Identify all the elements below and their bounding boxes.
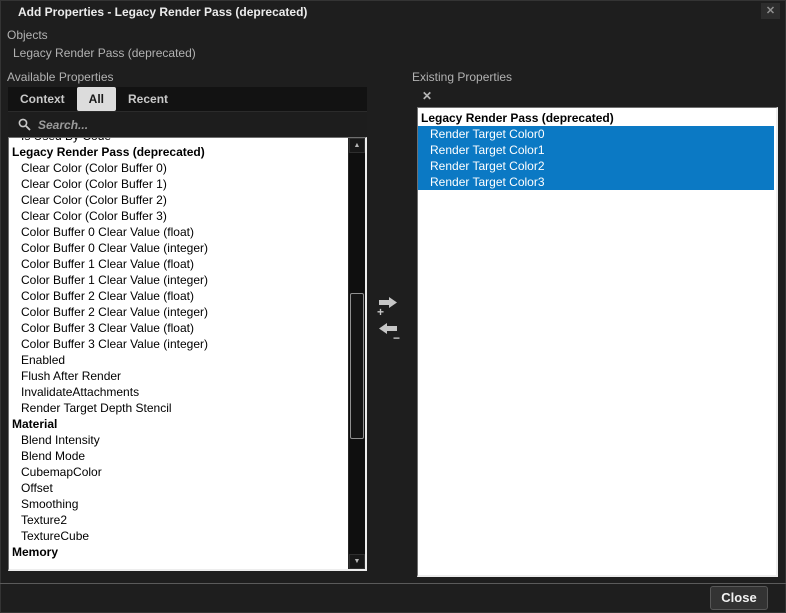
dialog-close-icon[interactable]: ✕ <box>761 3 780 19</box>
scrollbar-thumb[interactable] <box>350 293 364 439</box>
available-property-memory[interactable]: Memory <box>9 544 348 560</box>
available-property-clear-color-color-buffer-2[interactable]: Clear Color (Color Buffer 2) <box>9 192 348 208</box>
existing-properties-list: Legacy Render Pass (deprecated)Render Ta… <box>417 107 778 577</box>
search-input[interactable] <box>38 118 367 132</box>
scrollbar[interactable]: ▲ ▼ <box>348 138 365 569</box>
existing-property-render-target-color2[interactable]: Render Target Color2 <box>418 158 774 174</box>
available-property-blend-intensity[interactable]: Blend Intensity <box>9 432 348 448</box>
available-property-clear-color-color-buffer-1[interactable]: Clear Color (Color Buffer 1) <box>9 176 348 192</box>
available-property-texture2[interactable]: Texture2 <box>9 512 348 528</box>
add-properties-dialog: { "window": { "title": "Add Properties -… <box>0 0 786 613</box>
available-property-render-target-depth-stencil[interactable]: Render Target Depth Stencil <box>9 400 348 416</box>
available-property-color-buffer-3-clear-value-float[interactable]: Color Buffer 3 Clear Value (float) <box>9 320 348 336</box>
available-property-enabled[interactable]: Enabled <box>9 352 348 368</box>
available-properties-rows: Is Used By CodeLegacy Render Pass (depre… <box>9 138 348 569</box>
remove-property-button[interactable]: − <box>374 320 406 346</box>
available-property-clear-color-color-buffer-0[interactable]: Clear Color (Color Buffer 0) <box>9 160 348 176</box>
objects-label: Objects <box>7 28 48 42</box>
existing-property-render-target-color1[interactable]: Render Target Color1 <box>418 142 774 158</box>
available-property-material[interactable]: Material <box>9 416 348 432</box>
tab-recent[interactable]: Recent <box>116 87 180 111</box>
available-property-offset[interactable]: Offset <box>9 480 348 496</box>
available-property-texturecube[interactable]: TextureCube <box>9 528 348 544</box>
tab-context[interactable]: Context <box>8 87 77 111</box>
existing-property-render-target-color0[interactable]: Render Target Color0 <box>418 126 774 142</box>
minus-icon: − <box>393 333 400 343</box>
available-property-color-buffer-2-clear-value-float[interactable]: Color Buffer 2 Clear Value (float) <box>9 288 348 304</box>
existing-property-legacy-render-pass-deprecated[interactable]: Legacy Render Pass (deprecated) <box>418 110 776 126</box>
search-bar <box>8 111 367 137</box>
available-property-cubemapcolor[interactable]: CubemapColor <box>9 464 348 480</box>
available-property-color-buffer-0-clear-value-float[interactable]: Color Buffer 0 Clear Value (float) <box>9 224 348 240</box>
scroll-down-icon[interactable]: ▼ <box>349 554 365 569</box>
remove-existing-icon[interactable]: ✕ <box>419 89 435 104</box>
tab-bar: ContextAllRecent <box>8 87 367 111</box>
available-property-color-buffer-1-clear-value-integer[interactable]: Color Buffer 1 Clear Value (integer) <box>9 272 348 288</box>
tab-all[interactable]: All <box>77 87 116 111</box>
available-property-color-buffer-3-clear-value-integer[interactable]: Color Buffer 3 Clear Value (integer) <box>9 336 348 352</box>
scroll-up-icon[interactable]: ▲ <box>349 138 365 153</box>
available-property-smoothing[interactable]: Smoothing <box>9 496 348 512</box>
available-properties-list: Is Used By CodeLegacy Render Pass (depre… <box>8 137 367 571</box>
available-property-legacy-render-pass-deprecated[interactable]: Legacy Render Pass (deprecated) <box>9 144 348 160</box>
available-property-color-buffer-2-clear-value-integer[interactable]: Color Buffer 2 Clear Value (integer) <box>9 304 348 320</box>
available-property-color-buffer-0-clear-value-integer[interactable]: Color Buffer 0 Clear Value (integer) <box>9 240 348 256</box>
close-button[interactable]: Close <box>710 586 768 610</box>
existing-properties-label: Existing Properties <box>412 70 512 84</box>
existing-properties-rows: Legacy Render Pass (deprecated)Render Ta… <box>418 110 776 575</box>
dialog-title: Add Properties - Legacy Render Pass (dep… <box>18 5 307 19</box>
footer-divider <box>0 583 786 584</box>
available-properties-label: Available Properties <box>7 70 114 84</box>
available-property-blend-mode[interactable]: Blend Mode <box>9 448 348 464</box>
available-property-invalidateattachments[interactable]: InvalidateAttachments <box>9 384 348 400</box>
existing-property-render-target-color3[interactable]: Render Target Color3 <box>418 174 774 190</box>
object-name: Legacy Render Pass (deprecated) <box>13 46 196 60</box>
search-icon <box>18 118 31 131</box>
plus-icon: + <box>377 307 384 317</box>
available-property-clear-color-color-buffer-3[interactable]: Clear Color (Color Buffer 3) <box>9 208 348 224</box>
available-property-color-buffer-1-clear-value-float[interactable]: Color Buffer 1 Clear Value (float) <box>9 256 348 272</box>
add-property-button[interactable]: + <box>374 294 406 320</box>
available-property-flush-after-render[interactable]: Flush After Render <box>9 368 348 384</box>
